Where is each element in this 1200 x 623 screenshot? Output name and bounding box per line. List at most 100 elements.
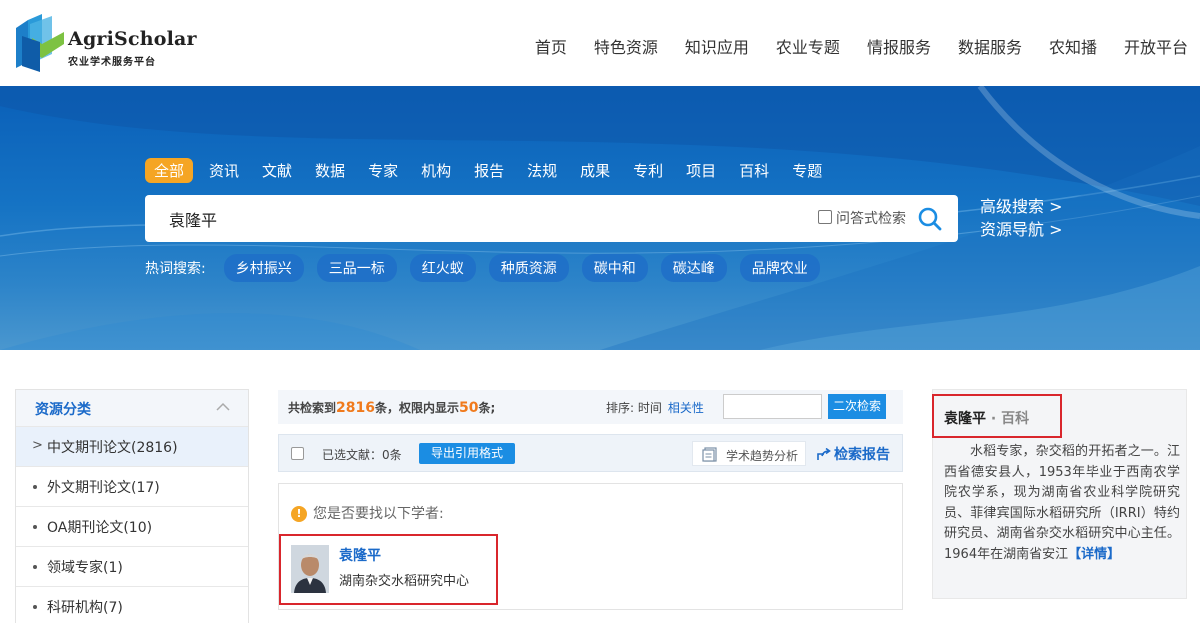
nav-data-service[interactable]: 数据服务: [958, 34, 1022, 58]
bullet-icon: [33, 485, 37, 489]
sidebar-title: 资源分类: [35, 402, 91, 418]
nav-intelligence-service[interactable]: 情报服务: [867, 34, 931, 58]
main-nav: 首页 特色资源 知识应用 农业专题 情报服务 数据服务 农知播 开放平台: [535, 34, 1188, 58]
hot-terms-label: 热词搜索:: [145, 261, 206, 277]
nav-featured-resources[interactable]: 特色资源: [594, 34, 658, 58]
scholar-organization: 湖南杂交水稻研究中心: [339, 574, 470, 589]
search-report-label: 检索报告: [834, 447, 890, 463]
bullet-icon: [33, 605, 37, 609]
category-encyclopedia[interactable]: 百科: [739, 160, 769, 181]
total-count: 2816: [336, 400, 375, 416]
top-header: AgriScholar 农业学术服务平台 首页 特色资源 知识应用 农业专题 情…: [0, 0, 1200, 86]
count-suffix: 条;: [478, 401, 496, 415]
sidebar-item-label: 领域专家(1): [47, 560, 123, 576]
chevron-right-icon: >: [32, 438, 43, 453]
hot-term[interactable]: 碳中和: [581, 254, 648, 282]
qa-search-checkbox[interactable]: [818, 210, 832, 224]
category-data[interactable]: 数据: [315, 160, 345, 181]
category-institutions[interactable]: 机构: [421, 160, 451, 181]
results-summary-bar: 共检索到2816条，权限内显示50条; 排序: 时间 相关性 二次检索: [278, 390, 903, 424]
category-literature[interactable]: 文献: [262, 160, 292, 181]
category-news[interactable]: 资讯: [209, 160, 239, 181]
sort-options: 排序: 时间 相关性: [606, 399, 704, 416]
hot-term[interactable]: 红火蚁: [409, 254, 476, 282]
category-patents[interactable]: 专利: [633, 160, 663, 181]
details-link[interactable]: 【详情】: [1068, 547, 1120, 562]
search-side-links: 高级搜索 > 资源导航 >: [980, 195, 1063, 241]
sidebar-item-foreign-journals[interactable]: 外文期刊论文(17): [16, 466, 248, 506]
category-all[interactable]: 全部: [145, 158, 194, 183]
category-reports[interactable]: 报告: [474, 160, 504, 181]
sidebar-item-oa-journals[interactable]: OA期刊论文(10): [16, 506, 248, 546]
hot-terms: 热词搜索: 乡村振兴 三品一标 红火蚁 种质资源 碳中和 碳达峰 品牌农业: [145, 254, 833, 282]
encyclopedia-type: · 百科: [990, 411, 1030, 427]
advanced-search-link[interactable]: 高级搜索 >: [980, 195, 1063, 218]
hot-term[interactable]: 种质资源: [488, 254, 569, 282]
sidebar-header[interactable]: 资源分类: [16, 390, 248, 426]
count-prefix: 共检索到: [288, 401, 337, 415]
resource-category-sidebar: 资源分类 > 中文期刊论文(2816) 外文期刊论文(17) OA期刊论文(10…: [15, 389, 249, 623]
secondary-search-button[interactable]: 二次检索: [828, 394, 886, 419]
category-topics[interactable]: 专题: [792, 160, 822, 181]
sidebar-item-label: 中文期刊论文(2816): [47, 440, 178, 456]
trend-analysis-button[interactable]: 学术趋势分析: [692, 441, 806, 466]
scholar-avatar: [291, 545, 329, 593]
results-count: 共检索到2816条，权限内显示50条;: [288, 399, 495, 416]
search-categories: 全部 资讯 文献 数据 专家 机构 报告 法规 成果 专利 项目 百科 专题: [145, 158, 845, 183]
sort-label: 排序:: [606, 401, 635, 415]
chevron-up-icon[interactable]: [216, 402, 230, 412]
qa-search-label: 问答式检索: [836, 211, 906, 227]
search-input[interactable]: [169, 207, 769, 231]
search-box: 问答式检索: [145, 195, 958, 242]
logo-title: AgriScholar: [68, 28, 197, 50]
encyclopedia-title: 袁隆平 · 百科: [932, 394, 1062, 438]
agrischolar-logo[interactable]: AgriScholar 农业学术服务平台: [12, 12, 197, 72]
category-experts[interactable]: 专家: [368, 160, 398, 181]
category-projects[interactable]: 项目: [686, 160, 716, 181]
document-chart-icon: [702, 447, 717, 462]
secondary-search-input[interactable]: [723, 394, 822, 419]
sort-by-relevance[interactable]: 相关性: [668, 401, 704, 415]
nav-nongzhibo[interactable]: 农知播: [1049, 34, 1097, 58]
sort-by-time[interactable]: 时间: [638, 401, 662, 415]
encyclopedia-body: 水稻专家，杂交稻的开拓者之一。江西省德安县人，1953年毕业于西南农学院农学系，…: [944, 444, 1180, 562]
logo-book-icon: [16, 14, 64, 72]
scholar-suggestion-box: ! 您是否要找以下学者: 袁隆平 湖南杂交水稻研究中心: [278, 483, 903, 610]
nav-agri-topics[interactable]: 农业专题: [776, 34, 840, 58]
resource-nav-link[interactable]: 资源导航 >: [980, 218, 1063, 241]
sidebar-item-label: 科研机构(7): [47, 600, 123, 616]
encyclopedia-text: 水稻专家，杂交稻的开拓者之一。江西省德安县人，1953年毕业于西南农学院农学系，…: [944, 442, 1180, 565]
encyclopedia-name: 袁隆平: [944, 411, 986, 427]
category-regulations[interactable]: 法规: [527, 160, 557, 181]
shown-count: 50: [459, 400, 479, 416]
export-citation-button[interactable]: 导出引用格式: [419, 443, 516, 464]
scholar-tip-text: 您是否要找以下学者:: [313, 506, 444, 522]
select-all-checkbox[interactable]: [291, 447, 304, 460]
encyclopedia-panel: 袁隆平 · 百科 水稻专家，杂交稻的开拓者之一。江西省德安县人，1953年毕业于…: [932, 389, 1187, 599]
bullet-icon: [33, 565, 37, 569]
share-icon: [817, 447, 831, 460]
hot-term[interactable]: 碳达峰: [660, 254, 727, 282]
hot-term[interactable]: 品牌农业: [739, 254, 820, 282]
scholar-card[interactable]: 袁隆平 湖南杂交水稻研究中心: [279, 534, 498, 605]
scholar-name[interactable]: 袁隆平: [339, 545, 381, 565]
bullet-icon: [33, 525, 37, 529]
search-report-link[interactable]: 检索报告: [817, 444, 890, 464]
results-toolbar: 已选文献：0条 导出引用格式 学术趋势分析 检索报告: [278, 434, 903, 472]
search-banner: 全部 资讯 文献 数据 专家 机构 报告 法规 成果 专利 项目 百科 专题 问…: [0, 86, 1200, 350]
count-mid: 条，权限内显示: [374, 401, 459, 415]
scholar-tip: ! 您是否要找以下学者:: [291, 503, 444, 523]
search-icon[interactable]: [917, 206, 943, 232]
logo-subtitle: 农业学术服务平台: [68, 57, 156, 68]
hot-term[interactable]: 乡村振兴: [223, 254, 304, 282]
sidebar-item-chinese-journals[interactable]: > 中文期刊论文(2816): [16, 426, 248, 466]
category-achievements[interactable]: 成果: [580, 160, 610, 181]
sidebar-item-experts[interactable]: 领域专家(1): [16, 546, 248, 586]
sidebar-item-label: OA期刊论文(10): [47, 520, 153, 536]
nav-open-platform[interactable]: 开放平台: [1124, 34, 1188, 58]
hot-term[interactable]: 三品一标: [316, 254, 397, 282]
trend-analysis-label: 学术趋势分析: [726, 449, 799, 463]
nav-home[interactable]: 首页: [535, 34, 567, 58]
nav-knowledge-apps[interactable]: 知识应用: [685, 34, 749, 58]
sidebar-item-institutions[interactable]: 科研机构(7): [16, 586, 248, 623]
